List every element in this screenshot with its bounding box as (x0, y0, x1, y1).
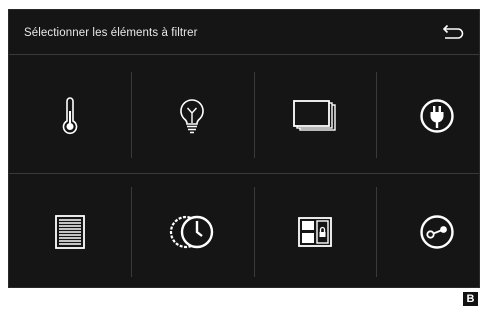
column-divider (254, 187, 255, 277)
column-divider (376, 72, 377, 158)
switch-on-off-icon (419, 214, 455, 250)
tile-blinds[interactable] (11, 174, 129, 289)
tile-lighting[interactable] (133, 58, 251, 173)
tile-temperature[interactable] (11, 58, 129, 173)
thermometer-icon (60, 96, 80, 135)
filter-screen: Sélectionner les éléments à filtrer (8, 9, 480, 288)
power-plug-icon (419, 98, 455, 134)
blinds-icon (55, 214, 85, 249)
timer-icon (169, 213, 215, 251)
back-arrow-icon[interactable] (439, 24, 465, 42)
tile-access[interactable] (256, 174, 374, 289)
column-divider (131, 72, 132, 158)
corner-label: B (463, 292, 478, 306)
tile-scenarios[interactable] (133, 174, 251, 289)
column-divider (376, 187, 377, 277)
access-control-icon (298, 216, 332, 247)
header-bar: Sélectionner les éléments à filtrer (9, 10, 479, 58)
tile-shutters[interactable] (256, 58, 374, 173)
column-divider (254, 72, 255, 158)
tile-switches[interactable] (378, 174, 488, 289)
lightbulb-icon (177, 98, 207, 134)
tile-sockets[interactable] (378, 58, 488, 173)
page-title: Sélectionner les éléments à filtrer (24, 27, 198, 39)
column-divider (131, 187, 132, 277)
filter-grid (9, 58, 479, 289)
header-divider (9, 54, 479, 55)
rolling-shutter-icon (293, 99, 337, 132)
